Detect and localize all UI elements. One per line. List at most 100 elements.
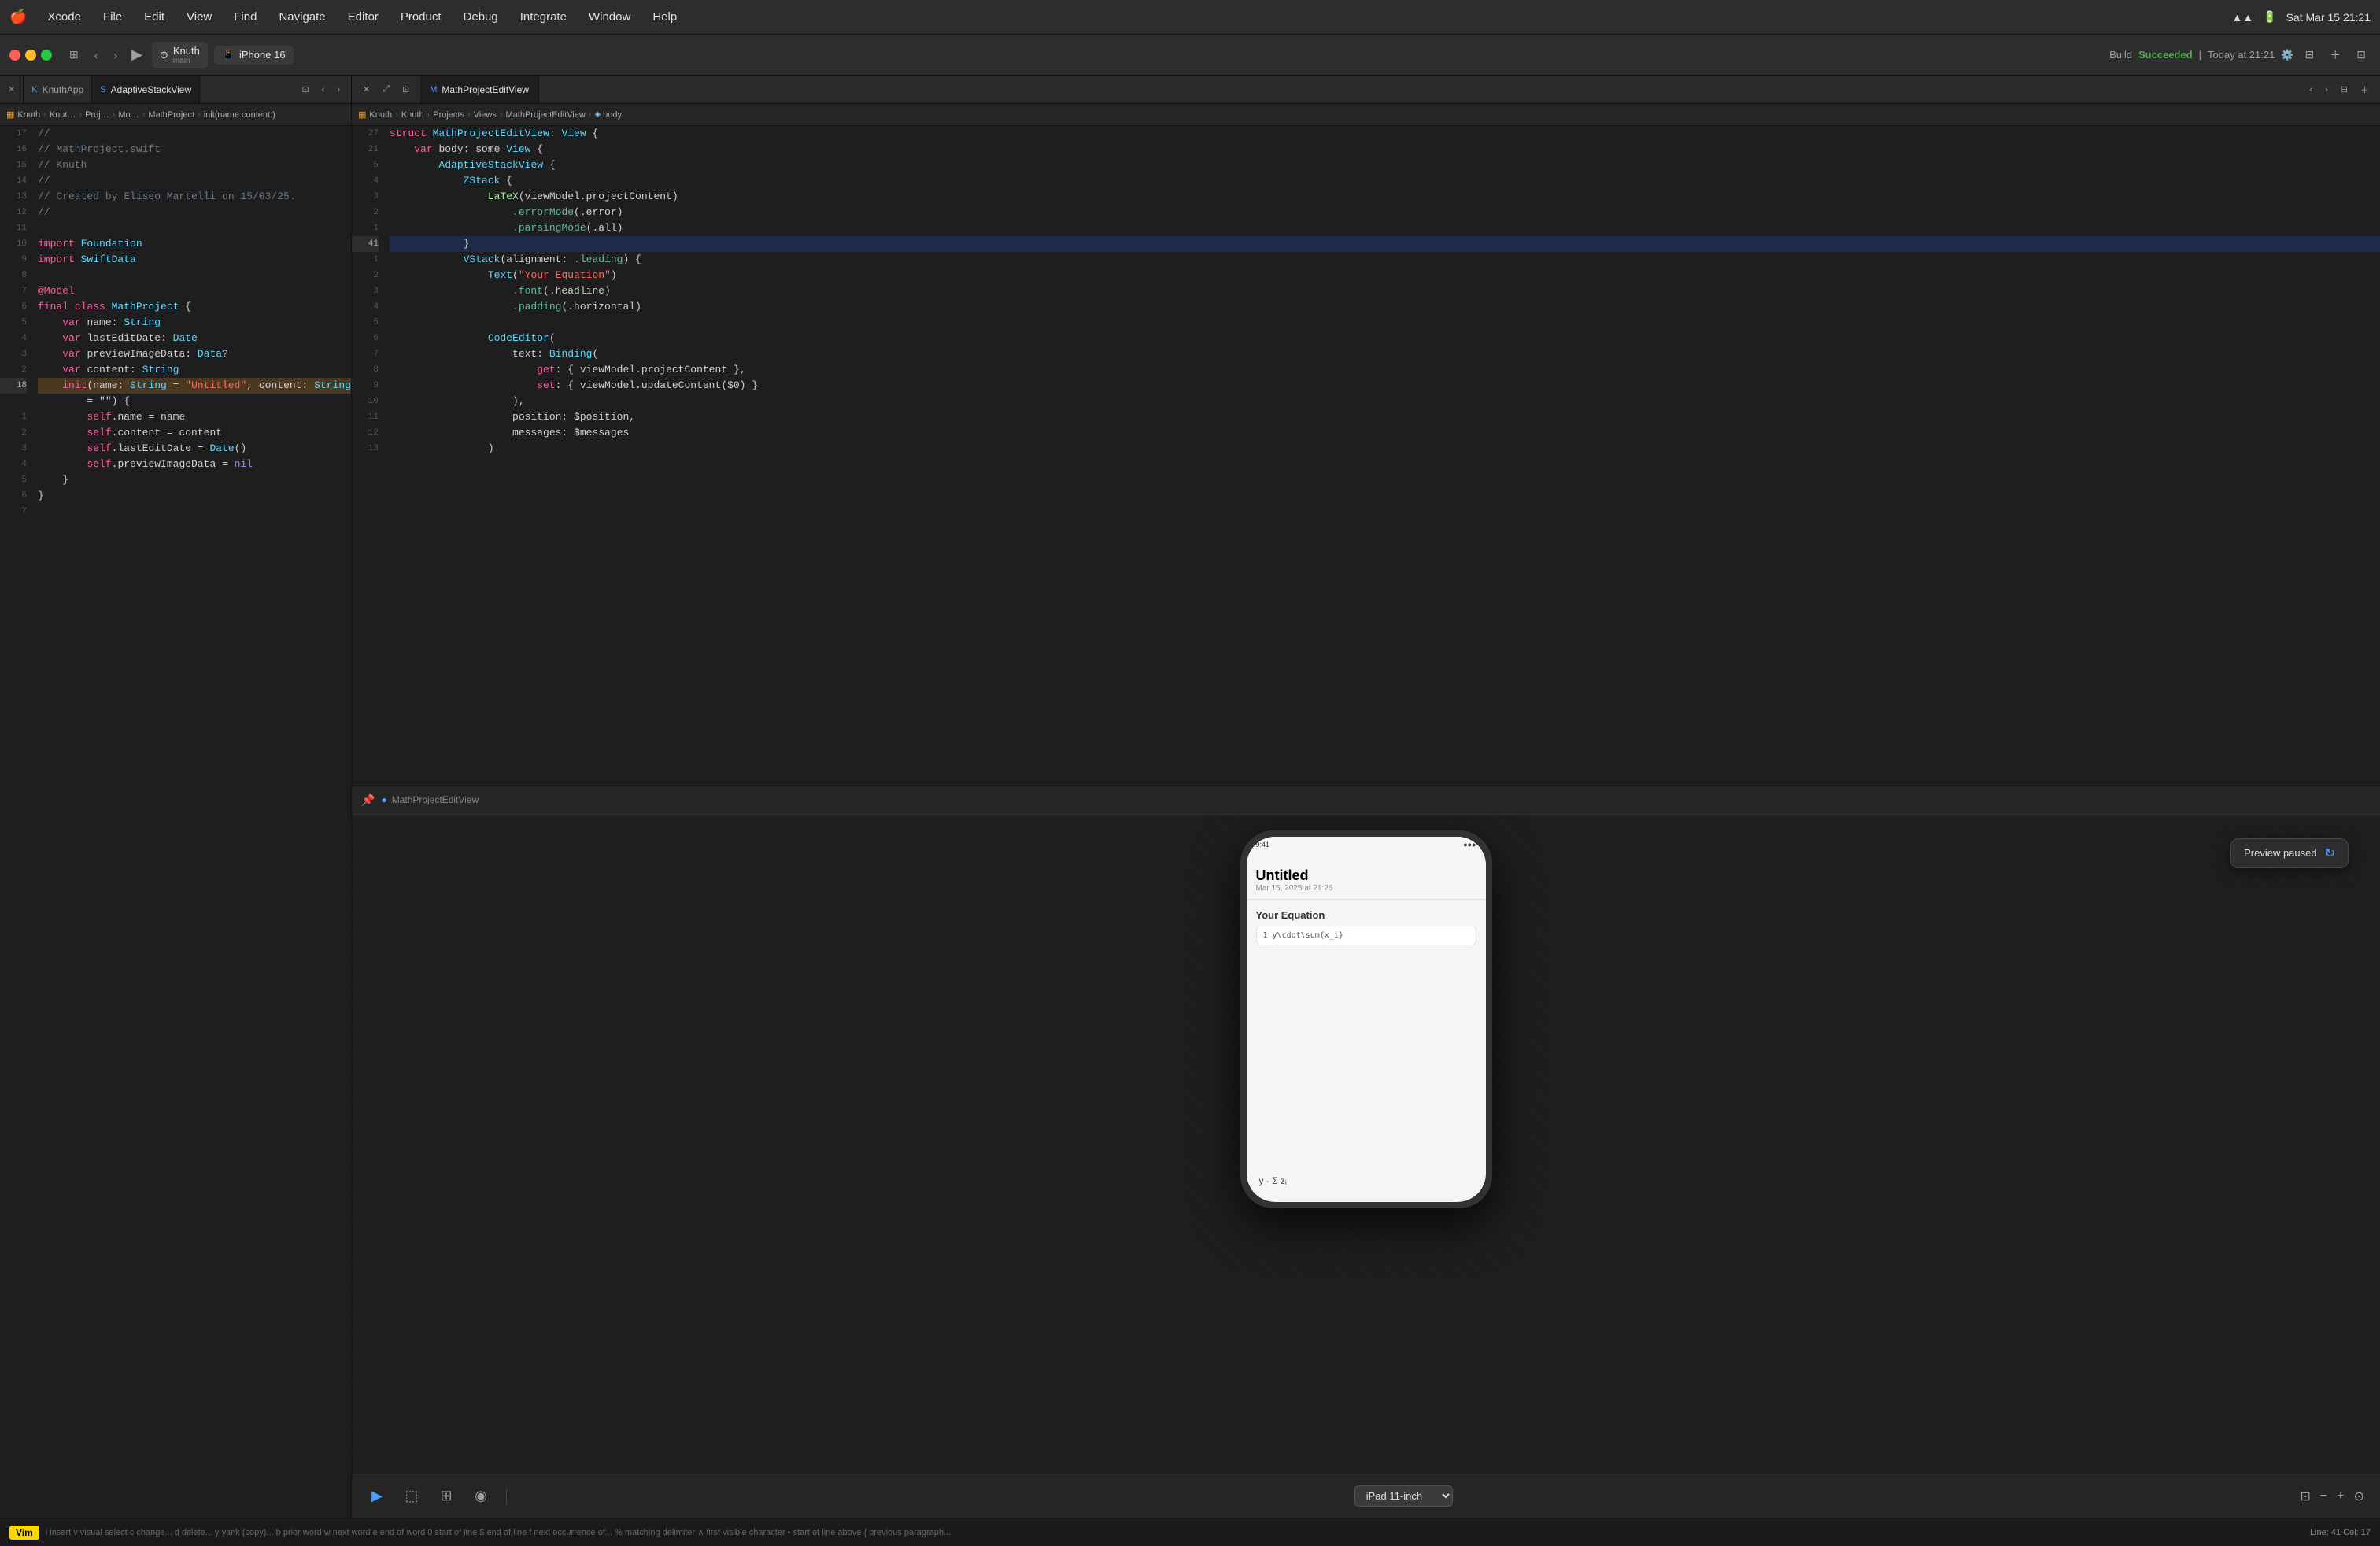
- menu-find[interactable]: Find: [229, 9, 261, 25]
- split-view-button[interactable]: ⊡: [297, 81, 313, 98]
- knuthapp-tab-label: KnuthApp: [42, 84, 84, 95]
- nav-right-button[interactable]: ›: [332, 82, 345, 98]
- rcl-3b: .font(.headline): [390, 283, 2380, 299]
- add-button[interactable]: ＋: [2325, 44, 2345, 66]
- code-line-5b: }: [38, 472, 351, 488]
- rln-27: 27: [352, 126, 379, 142]
- rln-13b: 13: [352, 441, 379, 457]
- zoom-out-button[interactable]: −: [2317, 1486, 2330, 1507]
- left-tab-knuthapp[interactable]: K KnuthApp: [24, 76, 92, 103]
- rln-4a: 4: [352, 173, 379, 189]
- left-code-content[interactable]: // // MathProject.swift // Knuth // // C…: [31, 126, 351, 1518]
- close-icon[interactable]: ✕: [8, 84, 15, 94]
- right-close-button[interactable]: ✕: [358, 81, 375, 98]
- device-selector[interactable]: 📱 iPhone 16: [214, 46, 294, 65]
- menu-edit[interactable]: Edit: [139, 9, 169, 25]
- rbc-projects[interactable]: Projects: [433, 110, 464, 120]
- rcl-13b: ): [390, 441, 2380, 457]
- right-nav-left[interactable]: ‹: [2304, 82, 2317, 98]
- bc-mathproject[interactable]: MathProject: [148, 110, 194, 120]
- line-num-6: 6: [0, 299, 27, 315]
- menu-help[interactable]: Help: [648, 9, 682, 25]
- rbc-body[interactable]: ◈ body: [594, 110, 622, 120]
- menu-xcode[interactable]: Xcode: [42, 9, 86, 25]
- rln-2b: 2: [352, 268, 379, 283]
- right-code-content[interactable]: struct MathProjectEditView: View { var b…: [383, 126, 2380, 786]
- rcl-4b: .padding(.horizontal): [390, 299, 2380, 315]
- bc-init[interactable]: init(name:content:): [204, 110, 275, 120]
- rcl-1a: .parsingMode(.all): [390, 220, 2380, 236]
- bc-mo[interactable]: Mo…: [118, 110, 139, 120]
- scheme-selector[interactable]: ⊙ Knuth main: [152, 42, 208, 68]
- layout-toggle-button[interactable]: ⊡: [2352, 45, 2371, 65]
- scheme-name: Knuth: [173, 45, 200, 57]
- device-select[interactable]: iPad 11-inch iPhone 16 iPhone 15 Pro: [1354, 1485, 1453, 1507]
- nav-forward-button[interactable]: ›: [109, 46, 122, 65]
- preview-circle-icon: ●: [381, 794, 386, 805]
- menu-editor[interactable]: Editor: [343, 9, 383, 25]
- line-num-11: 11: [0, 220, 27, 236]
- rbc-knuth1[interactable]: Knuth: [369, 110, 392, 120]
- run-button[interactable]: ▶: [128, 43, 146, 66]
- menu-file[interactable]: File: [98, 9, 127, 25]
- nav-left-button[interactable]: ‹: [317, 82, 330, 98]
- line-num-18: 18: [0, 378, 27, 394]
- zoom-in-button[interactable]: +: [2334, 1486, 2347, 1507]
- nav-back-button[interactable]: ‹: [90, 46, 103, 65]
- right-inspector-btn[interactable]: ⊟: [2336, 81, 2352, 98]
- rln-2a: 2: [352, 205, 379, 220]
- line-num-8: 8: [0, 268, 27, 283]
- pin-icon[interactable]: 📌: [361, 793, 375, 807]
- left-tab-close-btn[interactable]: ✕: [0, 76, 24, 103]
- rln-3a: 3: [352, 189, 379, 205]
- menu-navigate[interactable]: Navigate: [274, 9, 330, 25]
- line-num-4b: 4: [0, 457, 27, 472]
- preview-play-button[interactable]: ▶: [364, 1484, 390, 1509]
- minimize-window-button[interactable]: [25, 50, 36, 61]
- rcl-10b: ),: [390, 394, 2380, 409]
- rbc-mathproject[interactable]: MathProjectEditView: [506, 110, 586, 120]
- rbc-views[interactable]: Views: [474, 110, 497, 120]
- menu-view[interactable]: View: [182, 9, 216, 25]
- bc-knuth[interactable]: Knuth: [17, 110, 40, 120]
- right-add-btn[interactable]: ＋: [2356, 80, 2374, 99]
- adaptivestack-file-icon: S: [100, 85, 105, 94]
- menu-window[interactable]: Window: [584, 9, 635, 25]
- left-tab-adaptivestack[interactable]: S AdaptiveStackView: [92, 76, 200, 103]
- right-split-button[interactable]: ⊡: [397, 81, 414, 98]
- rcl-3a: LaTeX(viewModel.projectContent): [390, 189, 2380, 205]
- left-breadcrumb: ▦ Knuth › Knut… › Proj… › Mo… › MathProj…: [0, 104, 351, 126]
- rcl-21: var body: some View {: [390, 142, 2380, 157]
- close-window-button[interactable]: [9, 50, 20, 61]
- apple-menu[interactable]: 🍎: [9, 9, 27, 25]
- preview-color-button[interactable]: ◉: [468, 1484, 493, 1509]
- preview-grid-button[interactable]: ⊞: [434, 1484, 459, 1509]
- rbc-knuth2[interactable]: Knuth: [401, 110, 424, 120]
- left-code-editor[interactable]: 17 16 15 14 13 12 11 10 9 8 7 6 5 4 3 2 …: [0, 126, 351, 1518]
- menu-debug[interactable]: Debug: [459, 9, 503, 25]
- bc-knut[interactable]: Knut…: [50, 110, 76, 120]
- right-editor[interactable]: 27 21 5 4 3 2 1 41 1 2 3 4 5 6 7 8 9: [352, 126, 2380, 786]
- code-line-13: // Created by Eliseo Martelli on 15/03/2…: [38, 189, 351, 205]
- rln-3b: 3: [352, 283, 379, 299]
- menu-integrate[interactable]: Integrate: [516, 9, 571, 25]
- right-tab-bar: ✕ ⤢ ⊡ M MathProjectEditView ‹ › ⊟ ＋: [352, 76, 2380, 104]
- bc-proj[interactable]: Proj…: [85, 110, 109, 120]
- right-nav-right[interactable]: ›: [2320, 82, 2333, 98]
- line-num-2a: 2: [0, 362, 27, 378]
- menu-product[interactable]: Product: [396, 9, 446, 25]
- sidebar-toggle-button[interactable]: ⊞: [65, 45, 83, 65]
- phone-math-display: y · Σ zᵢ: [1259, 1175, 1287, 1186]
- preview-refresh-icon[interactable]: ↻: [2325, 845, 2335, 861]
- right-editor-pane: ✕ ⤢ ⊡ M MathProjectEditView ‹ › ⊟ ＋ ▦ Kn…: [352, 76, 2380, 1518]
- preview-inspect-button[interactable]: ⬚: [399, 1484, 424, 1509]
- line-num-7b: 7: [0, 504, 27, 520]
- inspector-toggle-button[interactable]: ⊟: [2301, 45, 2319, 65]
- rcl-5b: [390, 315, 2380, 331]
- maximize-window-button[interactable]: [41, 50, 52, 61]
- right-expand-button[interactable]: ⤢: [378, 81, 394, 98]
- zoom-reset-button[interactable]: ⊙: [2351, 1485, 2367, 1507]
- zoom-fit-button[interactable]: ⊡: [2297, 1485, 2314, 1507]
- right-tab-mathproject[interactable]: M MathProjectEditView: [420, 76, 539, 103]
- rln-5: 5: [352, 157, 379, 173]
